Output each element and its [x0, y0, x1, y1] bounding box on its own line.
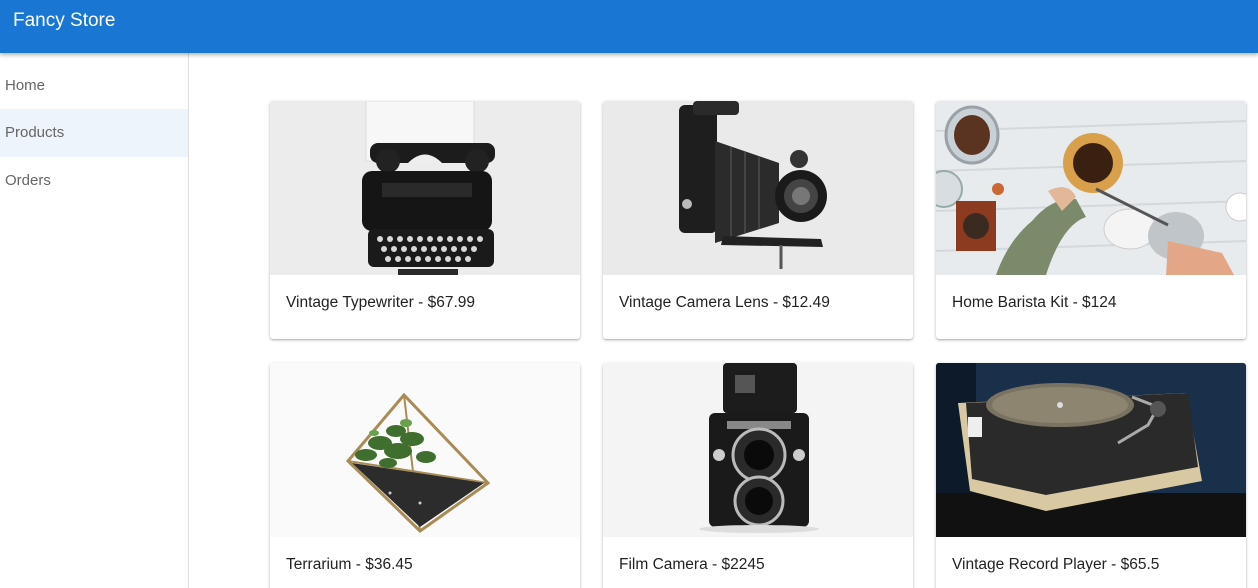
product-card[interactable]: Vintage Record Player - $65.5	[936, 363, 1246, 588]
product-label: Home Barista Kit - $124	[952, 294, 1117, 311]
product-card[interactable]: Vintage Typewriter - $67.99	[270, 101, 580, 339]
sidebar-item-products[interactable]: Products	[0, 109, 188, 157]
product-card[interactable]: Film Camera - $2245	[603, 363, 913, 588]
typewriter-photo	[270, 101, 580, 275]
product-label: Film Camera - $2245	[619, 556, 765, 573]
coffee-kit-photo	[936, 101, 1246, 275]
sidebar-item-orders[interactable]: Orders	[0, 157, 188, 205]
terrarium-photo	[270, 363, 580, 537]
product-label: Vintage Camera Lens - $12.49	[619, 294, 830, 311]
product-grid: Vintage Typewriter - $67.99 Vintage Came…	[189, 53, 1258, 588]
product-label: Terrarium - $36.45	[286, 556, 413, 573]
sidebar: Home Products Orders	[0, 53, 189, 588]
product-label: Vintage Record Player - $65.5	[952, 556, 1160, 573]
twin-lens-camera-photo	[603, 363, 913, 537]
product-card[interactable]: Home Barista Kit - $124	[936, 101, 1246, 339]
record-player-photo	[936, 363, 1246, 537]
product-label: Vintage Typewriter - $67.99	[286, 294, 475, 311]
app-title: Fancy Store	[13, 10, 116, 31]
sidebar-item-home[interactable]: Home	[0, 62, 188, 110]
product-card[interactable]: Terrarium - $36.45	[270, 363, 580, 588]
app-bar: Fancy Store	[0, 0, 1258, 53]
product-card[interactable]: Vintage Camera Lens - $12.49	[603, 101, 913, 339]
folding-camera-photo	[603, 101, 913, 275]
